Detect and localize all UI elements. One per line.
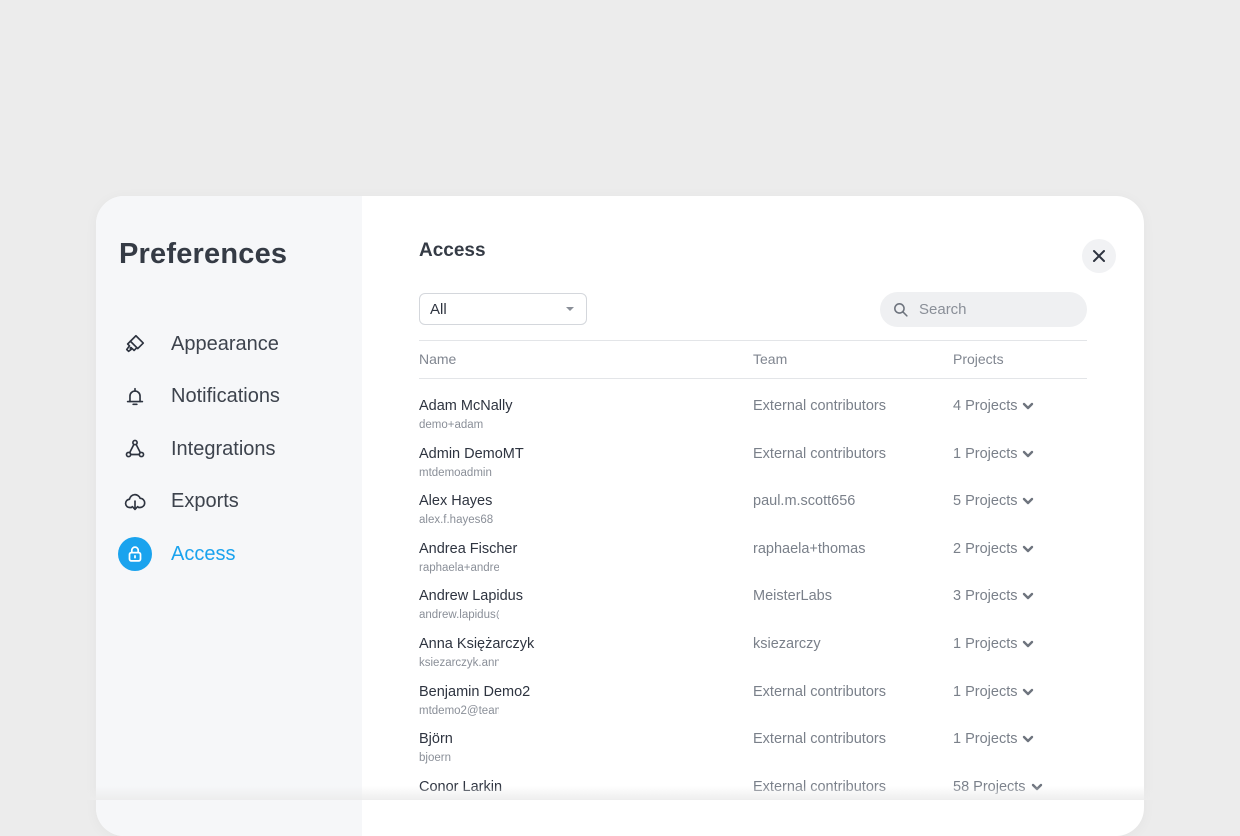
- user-email: raphaela+andrea: [419, 561, 499, 574]
- search-box[interactable]: [880, 292, 1087, 327]
- sidebar-item-label: Integrations: [171, 437, 276, 460]
- chevron-down-icon: [1023, 545, 1034, 552]
- user-name: Admin DemoMT: [419, 445, 524, 462]
- projects-count: 1 Projects: [953, 635, 1018, 652]
- bell-icon: [118, 380, 152, 414]
- search-input[interactable]: [917, 300, 1071, 319]
- chevron-down-icon: [1023, 593, 1034, 600]
- filter-value: All: [430, 300, 447, 318]
- chevron-down-icon: [1023, 640, 1034, 648]
- user-email: mtdemo2@team: [419, 704, 499, 717]
- sidebar-item-label: Access: [171, 542, 236, 565]
- column-header-name[interactable]: Name: [419, 351, 456, 367]
- user-email: ksiezarczyk.anna: [419, 656, 499, 669]
- projects-count: 1 Projects: [953, 731, 1018, 748]
- table-row[interactable]: Admin DemoMT mtdemoadmin External contribu…: [419, 446, 1087, 494]
- table-row[interactable]: Anna Księżarczyk ksiezarczyk.anna ksiezarc…: [419, 636, 1087, 684]
- projects-dropdown[interactable]: 1 Projects: [953, 684, 1034, 700]
- network-nodes-icon: [118, 432, 152, 466]
- user-email: bjoern: [419, 752, 451, 765]
- bottom-fade: [0, 786, 1240, 800]
- user-email: alex.f.hayes68: [419, 514, 494, 527]
- sidebar-item-integrations[interactable]: Integrations: [118, 423, 280, 476]
- user-team: raphaela+thomas: [753, 540, 866, 557]
- header-divider-bottom: [419, 378, 1087, 379]
- user-team: MeisterLabs: [753, 588, 832, 605]
- user-name: Alex Hayes: [419, 493, 493, 510]
- projects-dropdown[interactable]: 1 Projects: [953, 731, 1034, 747]
- user-name: Adam McNally: [419, 398, 513, 414]
- column-header-team[interactable]: Team: [753, 351, 787, 367]
- paint-brush-icon: [118, 327, 152, 361]
- close-button[interactable]: [1082, 239, 1116, 273]
- chevron-down-icon: [1023, 497, 1034, 505]
- sidebar-item-label: Notifications: [171, 385, 280, 408]
- chevron-down-icon: [1023, 402, 1034, 410]
- projects-dropdown[interactable]: 3 Projects: [953, 588, 1034, 604]
- user-team: ksiezarczy: [753, 635, 821, 652]
- projects-count: 3 Projects: [953, 588, 1018, 605]
- chevron-down-icon: [1023, 735, 1034, 743]
- access-panel: Access All Name Team Projects Adam McNal…: [362, 196, 1144, 836]
- caret-down-icon: [566, 307, 574, 311]
- projects-dropdown[interactable]: 4 Projects: [953, 398, 1034, 414]
- header-divider-top: [419, 340, 1087, 341]
- user-email: demo+adam: [419, 419, 484, 431]
- table-row[interactable]: Andrea Fischer raphaela+andrea raphaela+th…: [419, 541, 1087, 589]
- sidebar-item-label: Appearance: [171, 332, 279, 355]
- user-team: External contributors: [753, 445, 886, 462]
- filter-dropdown[interactable]: All: [419, 293, 587, 325]
- table-row[interactable]: Alex Hayes alex.f.hayes68 paul.m.scott656 5…: [419, 493, 1087, 541]
- user-name: Benjamin Demo2: [419, 683, 531, 700]
- projects-count: 4 Projects: [953, 398, 1018, 414]
- user-email: andrew.lapidus@me: [419, 609, 499, 622]
- column-header-projects[interactable]: Projects: [953, 351, 1004, 367]
- page-title: Access: [419, 240, 486, 261]
- projects-dropdown[interactable]: 2 Projects: [953, 541, 1034, 557]
- user-name: Andrew Lapidus: [419, 588, 523, 605]
- sidebar: Preferences Appearance Notifications Int…: [96, 196, 362, 836]
- projects-count: 2 Projects: [953, 540, 1018, 557]
- projects-dropdown[interactable]: 1 Projects: [953, 636, 1034, 652]
- projects-count: 1 Projects: [953, 445, 1018, 462]
- projects-count: 5 Projects: [953, 493, 1018, 510]
- user-team: paul.m.scott656: [753, 493, 856, 510]
- projects-dropdown[interactable]: 1 Projects: [953, 446, 1034, 462]
- lock-icon: [118, 537, 152, 572]
- table-row[interactable]: Björn bjoern External contributors 1 Projec…: [419, 731, 1087, 779]
- sidebar-nav: Appearance Notifications Integrations Ex…: [118, 318, 280, 581]
- user-table: Adam McNally demo+adam External contributo…: [419, 398, 1087, 826]
- user-team: External contributors: [753, 731, 886, 748]
- sidebar-item-appearance[interactable]: Appearance: [118, 318, 280, 371]
- user-name: Björn: [419, 731, 453, 748]
- table-row[interactable]: Benjamin Demo2 mtdemo2@team External contr…: [419, 684, 1087, 732]
- projects-count: 1 Projects: [953, 683, 1018, 700]
- search-icon: [894, 303, 908, 317]
- projects-dropdown[interactable]: 5 Projects: [953, 493, 1034, 509]
- table-row[interactable]: Andrew Lapidus andrew.lapidus@me MeisterLa…: [419, 588, 1087, 636]
- sidebar-item-notifications[interactable]: Notifications: [118, 371, 280, 424]
- chevron-down-icon: [1023, 450, 1034, 457]
- sidebar-item-exports[interactable]: Exports: [118, 476, 280, 529]
- chevron-down-icon: [1023, 688, 1034, 695]
- table-row[interactable]: Adam McNally demo+adam External contributo…: [419, 398, 1087, 446]
- sidebar-item-access[interactable]: Access: [118, 528, 280, 581]
- user-name: Andrea Fischer: [419, 540, 518, 557]
- close-icon: [1093, 250, 1105, 262]
- user-name: Anna Księżarczyk: [419, 635, 535, 652]
- user-team: External contributors: [753, 398, 886, 414]
- sidebar-item-label: Exports: [171, 490, 239, 513]
- preferences-dialog: Preferences Appearance Notifications Int…: [96, 196, 1144, 836]
- cloud-download-icon: [118, 485, 152, 519]
- user-email: mtdemoadmin: [419, 466, 492, 479]
- user-team: External contributors: [753, 683, 886, 700]
- sidebar-title: Preferences: [119, 238, 288, 270]
